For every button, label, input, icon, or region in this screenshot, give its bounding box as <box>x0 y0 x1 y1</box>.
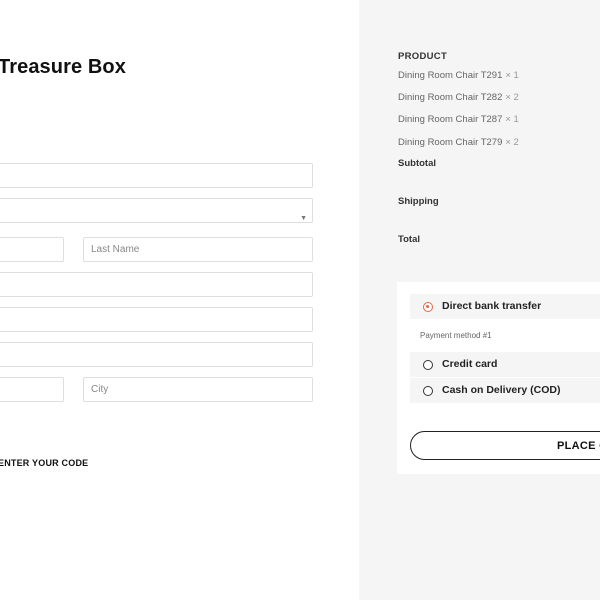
payment-option-label: Cash on Delivery (COD) <box>442 384 561 396</box>
billing-field-8[interactable] <box>0 377 64 402</box>
first-name-input[interactable] <box>4 238 63 261</box>
billing-field-8-input[interactable] <box>4 378 63 401</box>
product-name: Dining Room Chair T291 <box>398 70 503 81</box>
billing-field-6[interactable] <box>0 307 313 332</box>
product-qty: × 2 <box>505 137 519 148</box>
billing-field-5-input[interactable] <box>4 273 312 296</box>
billing-field-7-input[interactable] <box>4 343 312 366</box>
product-qty: × 1 <box>505 114 519 125</box>
city-input[interactable] <box>91 378 312 401</box>
radio-icon[interactable] <box>423 386 433 396</box>
order-summary-panel: PRODUCT Dining Room Chair T291 × 1 Dining… <box>359 0 600 600</box>
coupon-link[interactable]: ENTER YOUR CODE <box>0 458 88 468</box>
billing-field-1-input[interactable] <box>4 164 312 187</box>
product-qty: × 2 <box>505 92 519 103</box>
billing-panel: Treasure Box ▼ ENTER YOUR CODE <box>0 0 360 600</box>
product-header: PRODUCT <box>398 51 448 62</box>
product-name: Dining Room Chair T282 <box>398 92 503 103</box>
last-name-input[interactable] <box>91 238 312 261</box>
payment-description: Payment method #1 <box>420 331 492 340</box>
first-name-field[interactable] <box>0 237 64 262</box>
product-qty: × 1 <box>505 70 519 81</box>
list-item: Dining Room Chair T287 × 1 <box>398 114 519 125</box>
radio-checked-icon[interactable] <box>423 302 433 312</box>
shipping-label: Shipping <box>398 196 439 207</box>
chevron-down-icon: ▼ <box>300 215 307 222</box>
subtotal-label: Subtotal <box>398 158 436 169</box>
payment-option-bank-transfer[interactable]: Direct bank transfer <box>410 294 600 319</box>
payment-methods: Direct bank transfer Payment method #1 C… <box>397 282 600 474</box>
page-title: Treasure Box <box>0 56 126 78</box>
payment-option-label: Direct bank transfer <box>442 300 542 312</box>
place-order-button[interactable]: PLACE ORDER <box>410 431 600 460</box>
country-select[interactable]: ▼ <box>0 198 313 223</box>
list-item: Dining Room Chair T282 × 2 <box>398 92 519 103</box>
last-name-field[interactable] <box>83 237 313 262</box>
radio-icon[interactable] <box>423 360 433 370</box>
list-item: Dining Room Chair T279 × 2 <box>398 137 519 148</box>
list-item: Dining Room Chair T291 × 1 <box>398 70 519 81</box>
city-field[interactable] <box>83 377 313 402</box>
payment-option-cod[interactable]: Cash on Delivery (COD) <box>410 378 600 403</box>
payment-option-label: Credit card <box>442 358 498 370</box>
billing-field-5[interactable] <box>0 272 313 297</box>
total-label: Total <box>398 234 420 245</box>
payment-option-credit-card[interactable]: Credit card <box>410 352 600 377</box>
billing-field-1[interactable] <box>0 163 313 188</box>
product-name: Dining Room Chair T287 <box>398 114 503 125</box>
billing-field-7[interactable] <box>0 342 313 367</box>
billing-field-6-input[interactable] <box>4 308 312 331</box>
product-name: Dining Room Chair T279 <box>398 137 503 148</box>
